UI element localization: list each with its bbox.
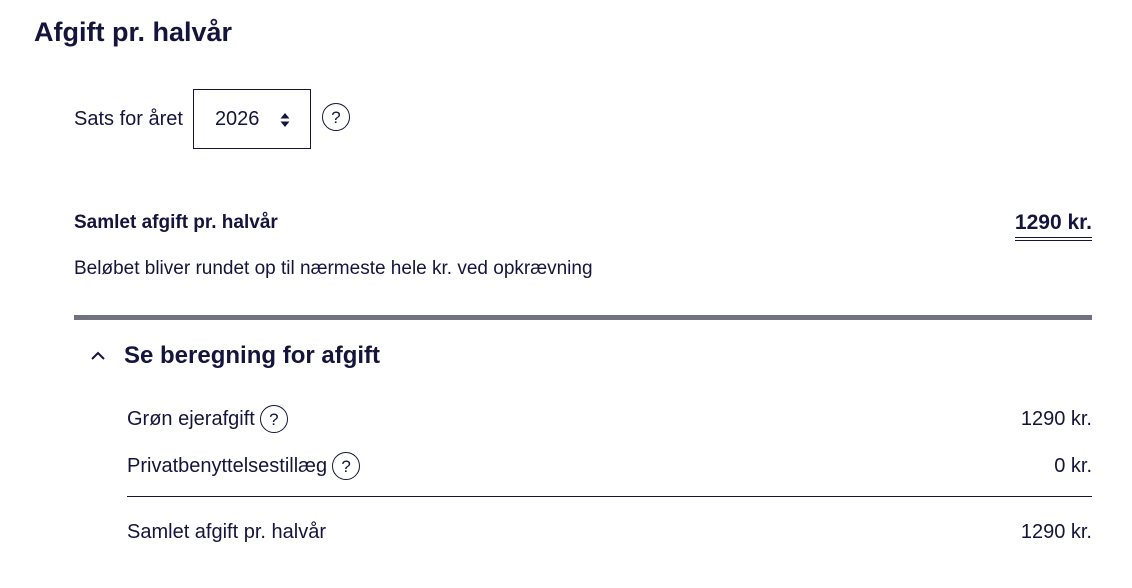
rounding-note: Beløbet bliver rundet op til nærmeste he… [74, 258, 593, 279]
year-help-icon[interactable]: ? [321, 103, 350, 131]
page-title: Afgift pr. halvår [34, 17, 233, 47]
calc-row-label: Privatbenyttelsestillæg [127, 454, 328, 477]
calc-sum-value: 1290 kr. [1020, 520, 1092, 543]
calculation-sum-divider [127, 496, 1092, 497]
year-select-label: Sats for året [74, 107, 183, 130]
year-select[interactable]: 2026 [192, 89, 311, 149]
calculation-accordion-title: Se beregning for afgift [124, 342, 381, 369]
calc-row-label: Grøn ejerafgift [127, 407, 255, 430]
calc-row-private-use-surcharge: Privatbenyttelsestillæg ? 0 kr. [127, 449, 1092, 483]
total-fee-label: Samlet afgift pr. halvår [74, 212, 278, 233]
year-selector-row: Sats for året 2026 ? [74, 88, 350, 150]
green-owner-fee-help-icon[interactable]: ? [259, 405, 288, 433]
chevron-up-icon [91, 351, 105, 360]
calc-sum-label: Samlet afgift pr. halvår [127, 520, 326, 543]
private-use-surcharge-help-icon[interactable]: ? [332, 452, 361, 480]
year-select-value: 2026 [214, 107, 260, 130]
calc-row-green-owner-fee: Grøn ejerafgift ? 1290 kr. [127, 402, 1092, 436]
calc-row-sum: Samlet afgift pr. halvår 1290 kr. [127, 515, 1092, 549]
calc-row-value: 0 kr. [1054, 454, 1092, 477]
sort-updown-icon [280, 113, 290, 127]
calc-row-value: 1290 kr. [1020, 407, 1092, 430]
section-divider [74, 315, 1092, 320]
calculation-accordion-toggle[interactable]: Se beregning for afgift [90, 342, 380, 370]
total-fee-value: 1290 kr. [1014, 210, 1092, 241]
